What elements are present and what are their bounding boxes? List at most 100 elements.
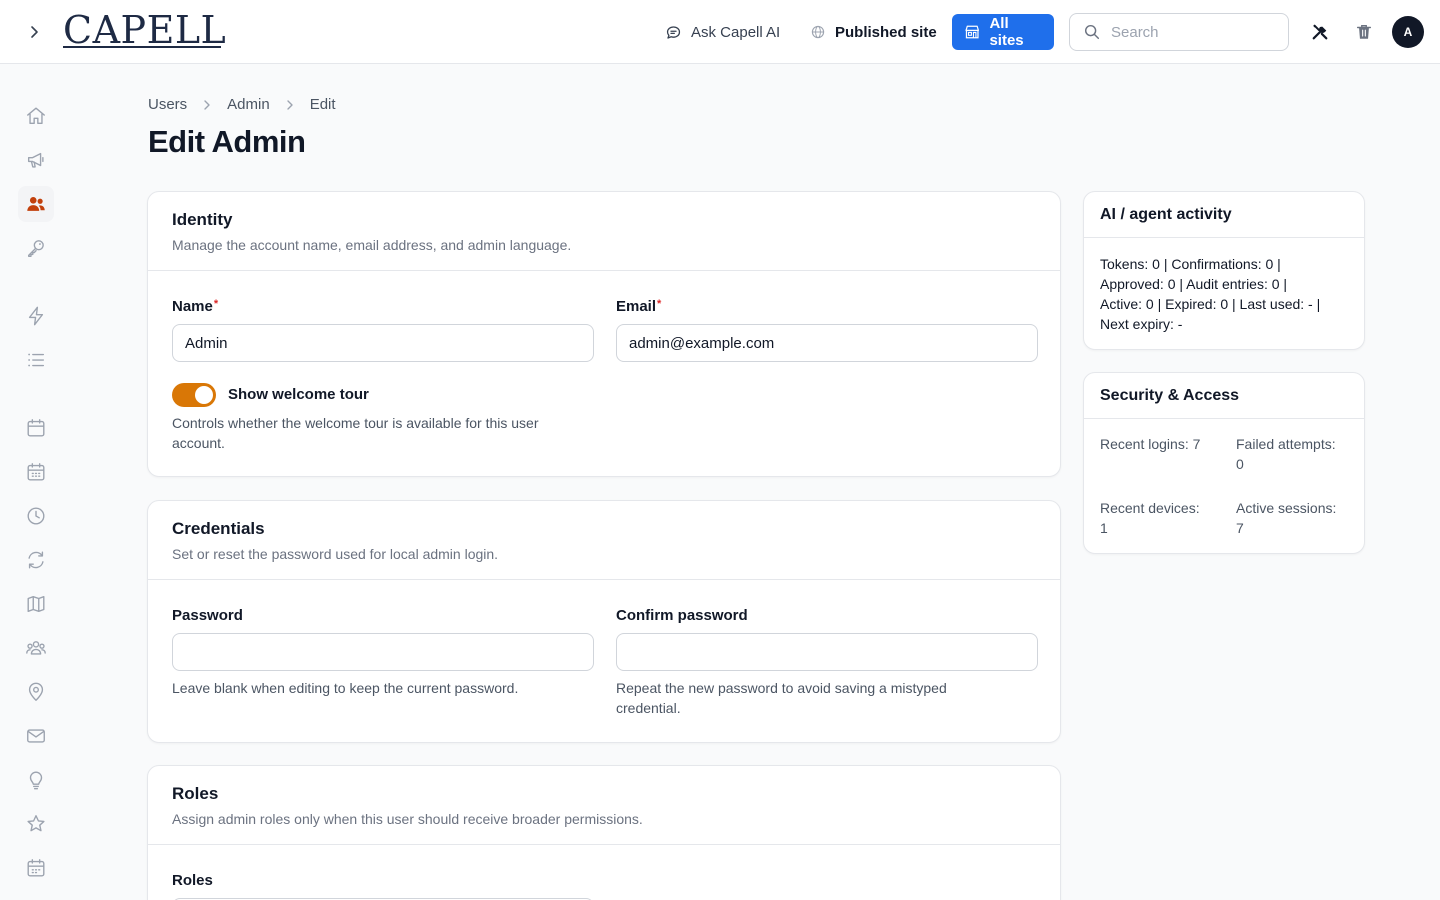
email-field[interactable] <box>616 324 1038 362</box>
name-label-text: Name <box>172 298 213 315</box>
ai-activity-line: Approved: 0 | Audit entries: 0 | <box>1100 276 1288 292</box>
map-pin-icon <box>28 682 44 701</box>
ai-activity-line: Next expiry: - <box>1100 316 1183 332</box>
trash-button[interactable] <box>1352 20 1376 44</box>
breadcrumb: Users Admin Edit <box>148 96 336 113</box>
sidebar-item-announcements[interactable] <box>18 142 54 178</box>
sidebar-item-mail[interactable] <box>18 718 54 754</box>
credentials-title: Credentials <box>172 519 265 538</box>
identity-description: Manage the account name, email address, … <box>172 237 572 253</box>
password-field[interactable] <box>172 633 594 671</box>
sidebar-item-history[interactable] <box>18 498 54 534</box>
published-site-button[interactable]: Published site <box>810 18 937 46</box>
welcome-tour-help-line1: Controls whether the welcome tour is ava… <box>172 415 539 431</box>
search-box[interactable] <box>1069 13 1289 51</box>
calendar-icon <box>27 419 45 437</box>
ask-ai-label: Ask Capell AI <box>691 23 781 41</box>
roles-card-header: Roles Assign admin roles only when this … <box>148 766 1060 845</box>
active-sessions-value: 7 <box>1236 520 1244 536</box>
sidebar-item-schedule[interactable] <box>18 454 54 490</box>
chat-icon <box>666 25 681 39</box>
name-label: Name* <box>172 298 218 315</box>
credentials-card: Credentials Set or reset the password us… <box>147 500 1061 743</box>
credentials-card-header: Credentials Set or reset the password us… <box>148 501 1060 580</box>
chevron-right-icon <box>287 99 293 110</box>
welcome-tour-label: Show welcome tour <box>228 386 369 403</box>
chevron-right-icon <box>31 26 38 38</box>
password-label: Password <box>172 607 243 624</box>
recent-logins-value: 7 <box>1192 436 1201 452</box>
name-field[interactable] <box>172 324 594 362</box>
chevron-right-icon <box>204 99 210 110</box>
sidebar-item-calendar[interactable] <box>18 410 54 446</box>
tools-button[interactable] <box>1308 20 1332 44</box>
user-group-icon <box>26 641 46 655</box>
ai-activity-card: AI / agent activity Tokens: 0 | Confirma… <box>1083 191 1365 350</box>
sidebar-item-teams[interactable] <box>18 630 54 666</box>
roles-card: Roles Assign admin roles only when this … <box>147 765 1061 900</box>
confirm-password-field[interactable] <box>616 633 1038 671</box>
star-icon <box>27 815 45 832</box>
users-icon <box>27 197 45 211</box>
failed-attempts-label: Failed attempts: <box>1236 436 1336 452</box>
sidebar-item-locations[interactable] <box>18 674 54 710</box>
calendar-days-icon <box>27 859 45 877</box>
calendar-grid-icon <box>27 463 45 481</box>
breadcrumb-current: Edit <box>309 96 336 113</box>
clock-icon <box>27 507 45 525</box>
expand-sidebar-button[interactable] <box>22 20 46 44</box>
confirm-password-help-line1: Repeat the new password to avoid saving … <box>616 680 947 696</box>
failed-attempts-value: 0 <box>1236 456 1244 472</box>
sidebar-item-sync[interactable] <box>18 542 54 578</box>
toggle-knob <box>195 386 213 404</box>
wrench-screwdriver-icon <box>1312 24 1328 40</box>
ai-activity-line: Active: 0 | Expired: 0 | Last used: - | <box>1100 296 1321 312</box>
email-label: Email* <box>616 298 661 315</box>
search-input[interactable] <box>1111 23 1271 41</box>
identity-card-header: Identity Manage the account name, email … <box>148 192 1060 271</box>
ask-ai-button[interactable]: Ask Capell AI <box>665 18 780 46</box>
breadcrumb-admin[interactable]: Admin <box>227 96 270 113</box>
recent-logins-label: Recent logins: <box>1100 436 1189 452</box>
home-icon <box>27 107 45 125</box>
sidebar-item-favorites[interactable] <box>18 806 54 842</box>
sidebar-item-ideas[interactable] <box>18 762 54 798</box>
user-avatar[interactable]: A <box>1392 16 1424 48</box>
credentials-description: Set or reset the password used for local… <box>172 546 499 562</box>
page-title: Edit Admin <box>148 124 306 159</box>
ai-activity-title: AI / agent activity <box>1084 192 1364 238</box>
map-icon <box>27 595 45 613</box>
failed-attempts-stat: Failed attempts: 0 <box>1236 434 1336 474</box>
active-sessions-stat: Active sessions: 7 <box>1236 498 1336 538</box>
sidebar-item-users[interactable] <box>18 186 54 222</box>
search-icon <box>1084 24 1100 40</box>
active-sessions-label: Active sessions: <box>1236 500 1337 516</box>
identity-title: Identity <box>172 210 233 229</box>
envelope-icon <box>27 729 45 743</box>
published-site-label: Published site <box>835 23 937 41</box>
email-label-text: Email <box>616 298 657 315</box>
globe-icon <box>811 25 825 39</box>
bolt-icon <box>28 306 44 326</box>
required-mark: * <box>213 298 219 310</box>
sidebar-item-home[interactable] <box>18 98 54 134</box>
confirm-password-label: Confirm password <box>616 607 748 624</box>
password-help: Leave blank when editing to keep the cur… <box>172 680 519 696</box>
sidebar-item-automations[interactable] <box>18 298 54 334</box>
trash-icon <box>1356 25 1372 39</box>
lightbulb-icon <box>29 771 43 790</box>
sidebar-item-events[interactable] <box>18 850 54 886</box>
key-icon <box>27 240 44 257</box>
recent-devices-stat: Recent devices: 1 <box>1100 498 1200 538</box>
breadcrumb-users[interactable]: Users <box>148 96 187 113</box>
required-mark: * <box>657 298 662 310</box>
roles-title: Roles <box>172 784 219 803</box>
welcome-tour-toggle[interactable] <box>172 383 216 407</box>
recent-devices-value: 1 <box>1100 520 1108 536</box>
megaphone-icon <box>27 152 44 168</box>
all-sites-button[interactable]: All sites <box>952 14 1054 50</box>
sidebar-item-keys[interactable] <box>18 230 54 266</box>
sidebar-item-map[interactable] <box>18 586 54 622</box>
sidebar-item-list[interactable] <box>18 342 54 378</box>
all-sites-label: All sites <box>989 15 1024 49</box>
